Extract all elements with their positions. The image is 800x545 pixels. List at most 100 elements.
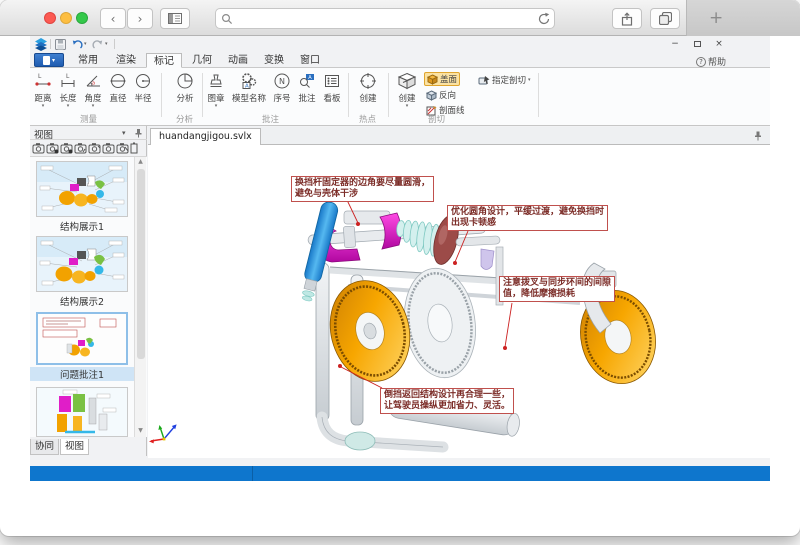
redo-caret-icon[interactable]: ▾: [105, 42, 108, 47]
thumbnail-3d-preview: [37, 162, 127, 216]
sidebar-icon: [168, 13, 182, 24]
annotation-callout-3[interactable]: 注意拨叉与同步环间的间隙 值，降低摩擦损耗: [499, 276, 615, 302]
reload-icon[interactable]: [537, 12, 551, 26]
app-close-button[interactable]: ×: [712, 38, 726, 50]
group-separator: [202, 73, 203, 117]
forward-button[interactable]: ›: [127, 8, 153, 29]
group-separator: [348, 73, 349, 117]
new-tab-button[interactable]: +: [686, 0, 800, 36]
tab-geometry[interactable]: 几何: [184, 53, 220, 68]
caret-down-icon: ▾: [204, 104, 228, 109]
diameter-button[interactable]: 直径: [105, 72, 131, 122]
caret-down-icon: ▾: [528, 78, 531, 83]
length-icon: L: [59, 72, 77, 90]
svg-text:N: N: [279, 77, 285, 86]
annotation-text: 倒挡返回结构设计再合理一些，: [384, 390, 510, 401]
file-menu-button[interactable]: ▾: [34, 53, 64, 67]
update-view-camera-icon[interactable]: [46, 142, 59, 154]
axis-triad: [149, 424, 177, 443]
view-thumbnail-structure1[interactable]: [36, 161, 128, 217]
ribbon-tab-row: ▾ 常用 渲染 标记 几何 动画 变换 窗口 ? 帮助: [30, 52, 770, 68]
svg-text:L: L: [38, 73, 42, 80]
annotation-text: 让驾驶员操纵更加省力、灵活。: [384, 401, 510, 412]
view-thumbnail-issue1[interactable]: [36, 312, 128, 365]
apply-view-camera-icon[interactable]: [74, 142, 87, 154]
document-tab-bar: huandangjigou.svlx: [148, 127, 770, 145]
stamp-button[interactable]: 图章 ▾: [204, 72, 228, 122]
forward-icon: ›: [138, 12, 143, 26]
document-tab[interactable]: huandangjigou.svlx: [150, 128, 261, 145]
scrollbar-thumb[interactable]: [137, 169, 145, 359]
annotation-callout-2[interactable]: 优化圆角设计，平缓过渡，避免换挡时 出现卡顿感: [447, 205, 608, 231]
cad-app: ▾ ▾ − × ▾ 常用 渲染 标记 几何: [30, 36, 770, 481]
radius-button[interactable]: 半径: [130, 72, 156, 122]
copy-view-camera-icon[interactable]: [102, 142, 115, 154]
view-thumbnail-structure2[interactable]: [36, 236, 128, 292]
annotation-callout-1[interactable]: 换挡杆固定器的边角要尽量圆滑， 避免与壳体干涉: [291, 176, 434, 202]
redo-icon[interactable]: [92, 39, 104, 50]
angle-icon: a: [84, 72, 102, 90]
cap-face-icon: [427, 74, 438, 85]
reverse-section-button[interactable]: 反向: [424, 88, 458, 102]
plus-icon: +: [709, 8, 723, 28]
doc-pin-icon[interactable]: [754, 131, 762, 141]
app-minimize-button[interactable]: −: [668, 38, 682, 50]
length-button[interactable]: L 长度 ▾: [55, 72, 81, 122]
view-label-issue1[interactable]: 问题批注1: [30, 367, 134, 381]
view-label-structure1[interactable]: 结构展示1: [30, 219, 134, 233]
caret-down-icon: ▾: [394, 104, 420, 109]
view-thumbnail-4[interactable]: [36, 387, 128, 437]
delete-view-camera-icon[interactable]: [116, 142, 129, 154]
sidebar-toggle-button[interactable]: [160, 8, 190, 29]
group-separator: [161, 73, 162, 117]
sort-view-camera-icon[interactable]: [88, 142, 101, 154]
undo-caret-icon[interactable]: ▾: [84, 42, 87, 47]
tab-render[interactable]: 渲染: [108, 53, 144, 68]
address-search-field[interactable]: [215, 8, 555, 29]
tab-transform[interactable]: 变换: [256, 53, 292, 68]
cap-face-button[interactable]: 盖面: [424, 72, 460, 86]
panel-bottom-tabs: 协同 视图: [30, 439, 90, 456]
close-traffic-light[interactable]: [44, 12, 56, 24]
help-button[interactable]: ? 帮助: [696, 55, 726, 68]
annotation-button[interactable]: A 批注: [295, 72, 319, 122]
tab-window[interactable]: 窗口: [292, 53, 328, 68]
minimize-traffic-light[interactable]: [60, 12, 72, 24]
tab-overview-button[interactable]: [650, 8, 680, 29]
annotation-callout-4[interactable]: 倒挡返回结构设计再合理一些， 让驾驶员操纵更加省力、灵活。: [380, 388, 514, 414]
share-button[interactable]: [612, 8, 642, 29]
views-panel-header: 视图 ▾: [30, 126, 147, 140]
zoom-traffic-light[interactable]: [76, 12, 88, 24]
undo-icon[interactable]: [71, 39, 83, 50]
new-view-camera-icon[interactable]: [32, 142, 45, 154]
app-maximize-button[interactable]: [694, 41, 701, 47]
view-label-structure2[interactable]: 结构展示2: [30, 294, 134, 308]
distance-button[interactable]: L 距离 ▾: [30, 72, 56, 122]
tab-markup[interactable]: 标记: [146, 53, 182, 68]
status-bar: [30, 466, 770, 481]
tab-collaboration[interactable]: 协同: [30, 439, 59, 455]
panel-scrollbar[interactable]: ▲ ▼: [134, 157, 146, 437]
specify-section-button[interactable]: 指定剖切 ▾: [476, 73, 533, 87]
section-create-button[interactable]: 创建 ▾: [394, 72, 420, 122]
view-list-icon[interactable]: [130, 142, 138, 154]
board-button[interactable]: 看板: [320, 72, 344, 122]
tab-views[interactable]: 视图: [60, 439, 89, 455]
thumbnail-3d-preview: [37, 388, 127, 436]
app-titlebar: ▾ ▾ − ×: [30, 36, 770, 52]
annotation-text: 换挡杆固定器的边角要尽量圆滑，: [295, 178, 430, 189]
group-separator: [388, 73, 389, 117]
screenshot-stage: ‹ ›: [0, 0, 800, 545]
tab-animation[interactable]: 动画: [220, 53, 256, 68]
scroll-up-icon[interactable]: ▲: [135, 158, 146, 165]
back-button[interactable]: ‹: [100, 8, 126, 29]
tab-common[interactable]: 常用: [70, 53, 106, 68]
save-icon[interactable]: [55, 39, 66, 50]
file-caret-icon: ▾: [52, 57, 55, 64]
pin-icon[interactable]: [134, 128, 143, 138]
rename-view-camera-icon[interactable]: [60, 142, 73, 154]
viewport-3d[interactable]: 换挡杆固定器的边角要尽量圆滑， 避免与壳体干涉 优化圆角设计，平缓过渡，避免换挡…: [148, 145, 770, 458]
analysis-icon: [176, 72, 194, 90]
panel-caret-icon[interactable]: ▾: [122, 129, 126, 137]
scroll-down-icon[interactable]: ▼: [135, 427, 146, 434]
